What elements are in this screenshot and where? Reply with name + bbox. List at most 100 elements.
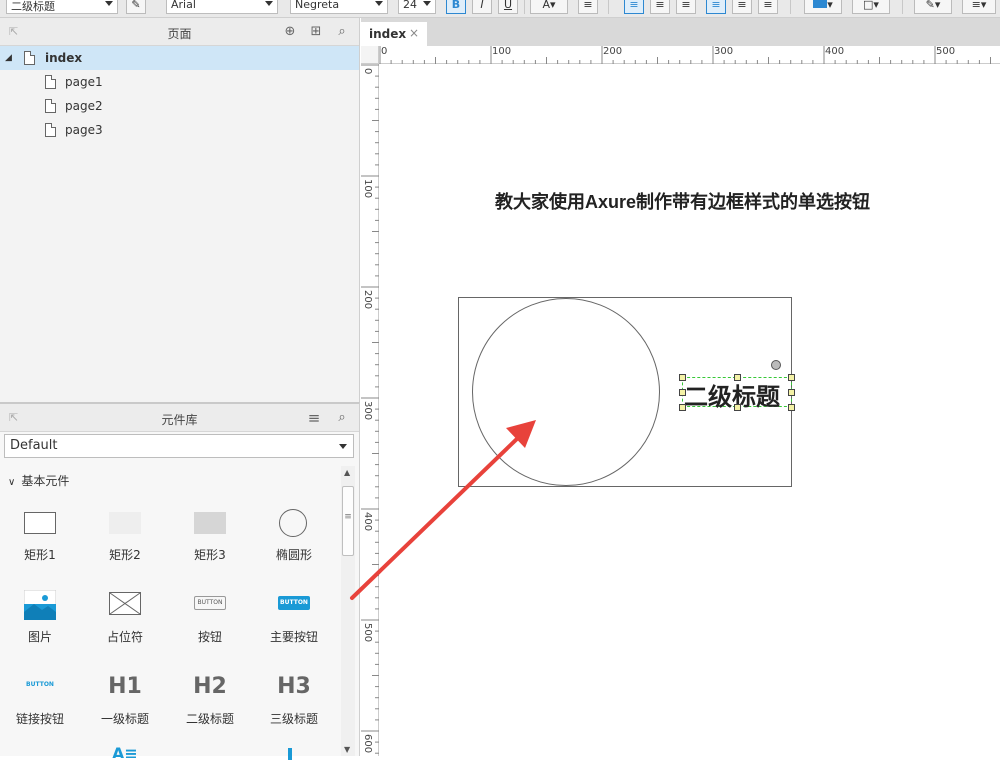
align-center-icon[interactable]: ≡ xyxy=(650,0,670,14)
scroll-down-icon[interactable]: ▼ xyxy=(344,745,350,754)
primary-button-icon-text: BUTTON xyxy=(278,596,310,610)
toolbar: 二级标题 ✎ Arial Negreta 24 B I U A▾ ≡ ≡ ≡ ≡… xyxy=(0,0,1000,18)
vertical-ruler: 0 100 200 300 400 500 600 xyxy=(361,64,379,756)
page-tree-item-index[interactable]: ◢ index xyxy=(0,46,359,70)
font-size-select[interactable]: 24 xyxy=(398,0,436,14)
rotate-handle[interactable] xyxy=(771,360,781,370)
page-tree-label: index xyxy=(45,51,83,65)
pages-panel-title: 页面 xyxy=(167,27,192,41)
resize-handle[interactable] xyxy=(788,389,795,396)
resize-handle[interactable] xyxy=(679,374,686,381)
h1-icon: H1 xyxy=(108,674,142,699)
widget-ellipse[interactable]: 椭圆形 xyxy=(254,508,334,563)
ruler-corner xyxy=(361,46,379,64)
widget-rectangle1[interactable]: 矩形1 xyxy=(0,508,80,563)
format-painter-icon[interactable]: ✎ xyxy=(126,0,146,14)
border-color-icon[interactable]: ✎▾ xyxy=(914,0,952,14)
ruler-h-label: 300 xyxy=(714,46,734,57)
widget-placeholder[interactable]: 占位符 xyxy=(85,590,165,645)
add-folder-icon[interactable]: ⊞ xyxy=(308,24,324,40)
design-canvas[interactable]: 教大家使用Axure制作带有边框样式的单选按钮 二级标题 xyxy=(380,65,1000,756)
resize-handle[interactable] xyxy=(679,404,686,411)
scroll-thumb[interactable]: ≡ xyxy=(342,486,354,556)
widgets-scrollbar[interactable]: ▲ ≡ ▼ xyxy=(341,466,355,756)
page-icon xyxy=(45,99,56,113)
widget-section-header[interactable]: ∨ 基本元件 xyxy=(8,472,69,489)
widget-h3[interactable]: H3 三级标题 xyxy=(254,672,334,727)
menu-icon[interactable]: ≡ xyxy=(306,410,322,426)
widget-image[interactable]: 图片 xyxy=(0,589,80,645)
bold-button[interactable]: B xyxy=(446,0,466,14)
font-size-value: 24 xyxy=(403,0,417,11)
close-icon[interactable]: × xyxy=(409,26,419,40)
bullet-list-icon[interactable]: ≡ xyxy=(578,0,598,14)
widget-primary-button[interactable]: BUTTON 主要按钮 xyxy=(254,590,334,645)
align-right-icon[interactable]: ≡ xyxy=(676,0,696,14)
widget-label: 矩形2 xyxy=(109,548,141,562)
ruler-h-label: 100 xyxy=(492,46,512,57)
shadow-icon[interactable]: □▾ xyxy=(852,0,890,14)
font-color-icon[interactable]: A▾ xyxy=(530,0,568,14)
page-icon xyxy=(45,123,56,137)
ruler-v-label: 400 xyxy=(362,512,373,532)
ruler-h-label: 500 xyxy=(936,46,956,57)
ruler-h-label: 200 xyxy=(603,46,623,57)
expand-toggle-icon[interactable]: ◢ xyxy=(5,46,12,70)
line-weight-icon[interactable]: ≡▾ xyxy=(962,0,996,14)
resize-handle[interactable] xyxy=(734,374,741,381)
rectangle-light-icon xyxy=(109,508,141,540)
search-icon[interactable]: ⌕ xyxy=(334,24,350,40)
align-left-icon[interactable]: ≡ xyxy=(624,0,644,14)
widget-button[interactable]: BUTTON 按钮 xyxy=(170,590,250,645)
widgets-panel: ⇱ 元件库 ≡ ⌕ Default ∨ 基本元件 矩形1 矩形2 矩形3 椭圆形 xyxy=(0,402,360,760)
widget-rectangle3[interactable]: 矩形3 xyxy=(170,508,250,563)
selected-heading-widget[interactable]: 二级标题 xyxy=(682,377,792,411)
library-select[interactable]: Default xyxy=(4,434,354,458)
font-select[interactable]: Arial xyxy=(166,0,278,14)
widget-label: 矩形3 xyxy=(194,548,226,562)
page-tree-label: page1 xyxy=(65,75,103,89)
widget-label: 二级标题 xyxy=(185,712,234,726)
italic-button[interactable]: I xyxy=(472,0,492,14)
widget-label: 一级标题 xyxy=(100,712,149,726)
resize-handle[interactable] xyxy=(788,374,795,381)
tab-index[interactable]: index × xyxy=(361,22,427,46)
resize-handle[interactable] xyxy=(734,404,741,411)
canvas-heading[interactable]: 教大家使用Axure制作带有边框样式的单选按钮 xyxy=(495,188,870,214)
page-tree-item-page3[interactable]: page3 xyxy=(0,118,359,142)
fill-color-icon[interactable]: ▾ xyxy=(804,0,842,14)
widget-link-button[interactable]: BUTTON 链接按钮 xyxy=(0,672,80,727)
widget-label: 矩形1 xyxy=(24,548,56,562)
toolbar-divider xyxy=(902,0,903,14)
rectangle-icon xyxy=(24,508,56,540)
page-tree-item-page2[interactable]: page2 xyxy=(0,94,359,118)
resize-handle[interactable] xyxy=(788,404,795,411)
widget-next-row-partial-icon xyxy=(288,748,292,760)
search-icon[interactable]: ⌕ xyxy=(334,410,350,426)
align-middle-icon[interactable]: ≡ xyxy=(732,0,752,14)
add-page-icon[interactable]: ⊕ xyxy=(282,24,298,40)
tab-label: index xyxy=(369,27,407,41)
widget-label: 主要按钮 xyxy=(269,630,318,644)
placeholder-icon xyxy=(109,590,141,622)
widget-label: 椭圆形 xyxy=(275,548,312,562)
align-bottom-icon[interactable]: ≡ xyxy=(758,0,778,14)
h3-icon: H3 xyxy=(277,674,311,699)
resize-handle[interactable] xyxy=(679,389,686,396)
ellipse-icon xyxy=(279,508,309,540)
align-top-icon[interactable]: ≡ xyxy=(706,0,726,14)
font-weight-value: Negreta xyxy=(295,0,340,11)
canvas-circle[interactable] xyxy=(472,298,660,486)
widget-section-title: 基本元件 xyxy=(21,474,70,488)
underline-button[interactable]: U xyxy=(498,0,518,14)
ruler-v-label: 300 xyxy=(362,401,373,421)
horizontal-ruler: 0 100 200 300 400 500 xyxy=(379,46,1000,64)
widget-h1[interactable]: H1 一级标题 xyxy=(85,672,165,727)
widget-rectangle2[interactable]: 矩形2 xyxy=(85,508,165,563)
scroll-up-icon[interactable]: ▲ xyxy=(344,468,350,477)
style-select[interactable]: 二级标题 xyxy=(6,0,118,14)
widget-h2[interactable]: H2 二级标题 xyxy=(170,672,250,727)
widget-label: 链接按钮 xyxy=(15,712,64,726)
font-weight-select[interactable]: Negreta xyxy=(290,0,388,14)
page-tree-item-page1[interactable]: page1 xyxy=(0,70,359,94)
